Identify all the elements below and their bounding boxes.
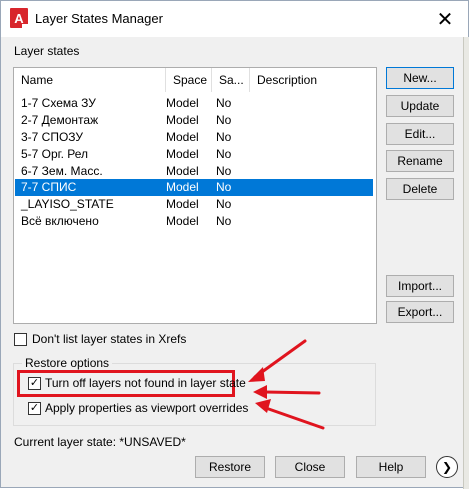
red-arrows-overlay	[248, 339, 325, 430]
restore-button[interactable]: Restore	[195, 456, 265, 478]
red-arrowhead-upper	[248, 367, 265, 382]
red-arrow-middle	[263, 390, 321, 395]
help-button[interactable]: Help	[356, 456, 426, 478]
chevron-right-icon: ❯	[441, 460, 453, 474]
red-arrowhead-middle	[253, 385, 267, 399]
red-arrow-lower	[261, 405, 325, 430]
expand-button[interactable]: ❯	[436, 456, 458, 478]
layer-states-manager-dialog: A Layer States Manager ✕ Layer states Na…	[0, 0, 469, 489]
current-layer-state: Current layer state: *UNSAVED*	[14, 435, 186, 449]
close-button[interactable]: Close	[275, 456, 345, 478]
red-arrowhead-lower	[255, 399, 271, 413]
